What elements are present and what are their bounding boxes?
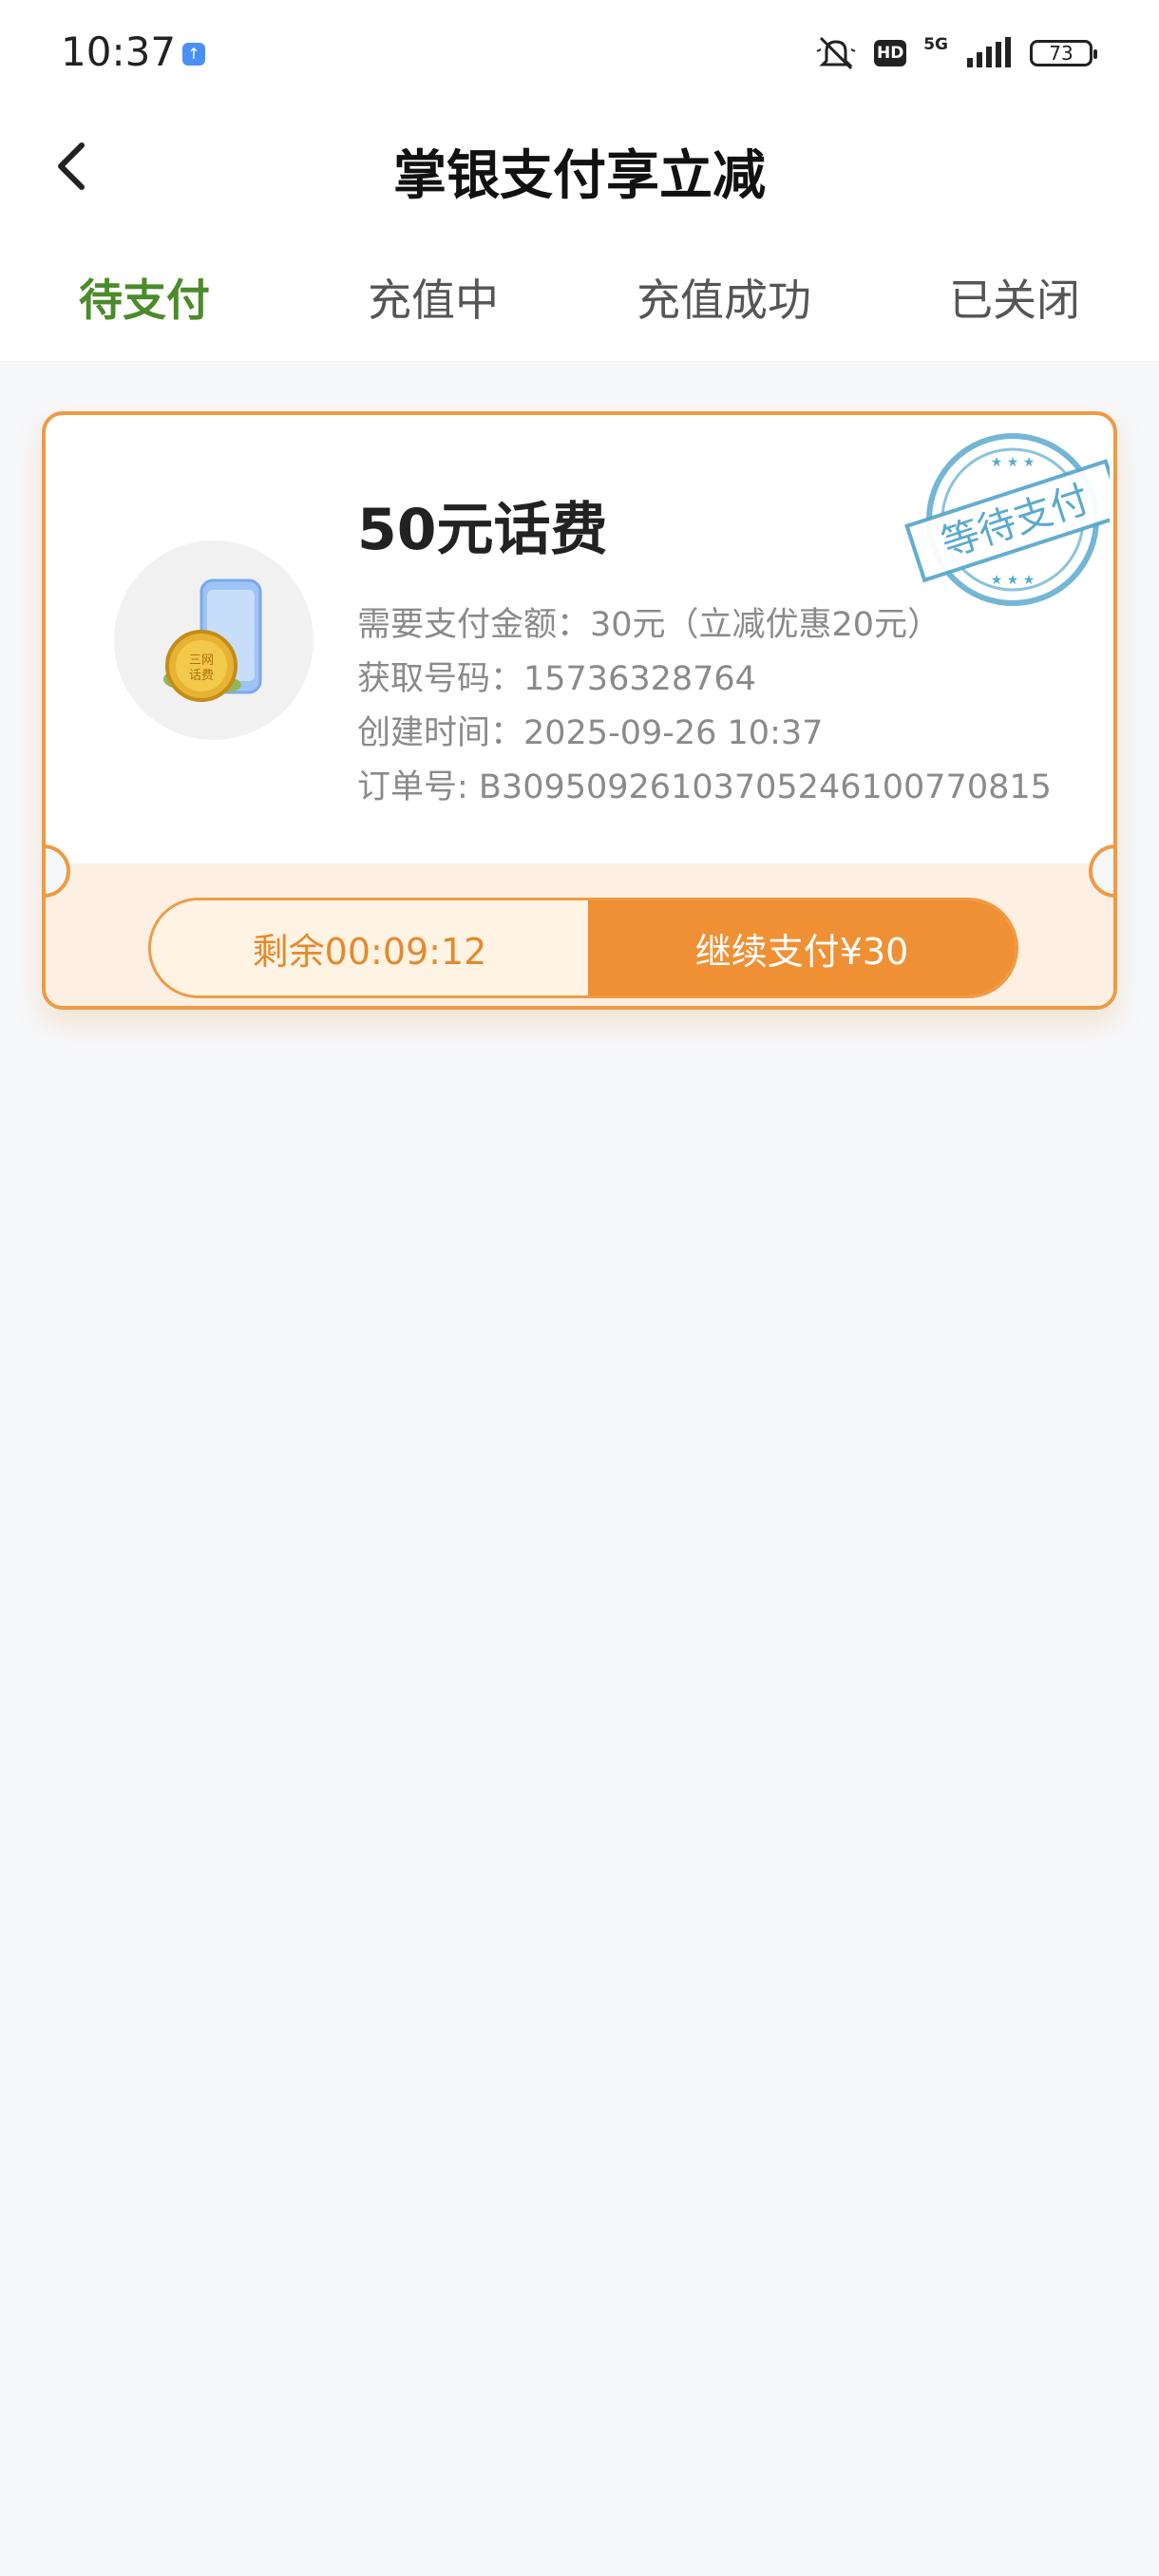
signal-icon: [967, 37, 1011, 67]
battery-icon: 73: [1030, 40, 1097, 66]
countdown-timer: 剩余00:09:12: [151, 900, 588, 995]
network-type: 5G: [923, 35, 948, 54]
awaiting-payment-stamp: 等待支付 ★ ★ ★ ★ ★ ★: [904, 433, 1110, 606]
status-time: 10:37: [61, 28, 177, 75]
tab-recharging[interactable]: 充值中: [368, 266, 499, 329]
product-title: 50元话费: [357, 497, 608, 563]
phone-coin-icon: 三网 话费: [163, 578, 262, 702]
order-tabs: 待支付 充值中 充值成功 已关闭: [0, 247, 1159, 342]
page-header: 掌银支付享立减: [0, 114, 1159, 218]
status-icons: HD 5G 73: [815, 34, 1097, 72]
payment-amount: 需要支付金额：30元（立减优惠20元）: [357, 606, 941, 644]
order-actions: 剩余00:09:12 继续支付¥30: [148, 898, 1018, 998]
svg-text:★ ★ ★: ★ ★ ★: [991, 455, 1036, 470]
hd-icon: HD: [874, 40, 907, 66]
app-notification-icon: ↑: [182, 43, 205, 66]
tab-pending-payment[interactable]: 待支付: [79, 266, 210, 329]
silent-bell-icon: [816, 36, 856, 70]
phone-number: 获取号码：15736328764: [357, 660, 756, 698]
order-number: 订单号: B30950926103705246100770815: [357, 768, 1052, 806]
tab-recharge-success[interactable]: 充值成功: [636, 266, 811, 329]
image-badge-line2: 话费: [189, 669, 214, 683]
image-badge-line1: 三网: [189, 653, 214, 668]
order-card[interactable]: 三网 话费 50元话费 需要支付金额：30元（立减优惠20元） 获取号码：157…: [42, 411, 1117, 1010]
page-title: 掌银支付享立减: [393, 145, 766, 207]
continue-pay-button[interactable]: 继续支付¥30: [588, 900, 1016, 995]
svg-text:★ ★ ★: ★ ★ ★: [991, 573, 1036, 588]
product-image: 三网 话费: [114, 540, 314, 740]
tab-closed[interactable]: 已关闭: [949, 266, 1080, 329]
status-bar: 10:37 ↑ HD 5G 73: [0, 0, 1159, 104]
created-time: 创建时间：2025-09-26 10:37: [357, 714, 824, 752]
